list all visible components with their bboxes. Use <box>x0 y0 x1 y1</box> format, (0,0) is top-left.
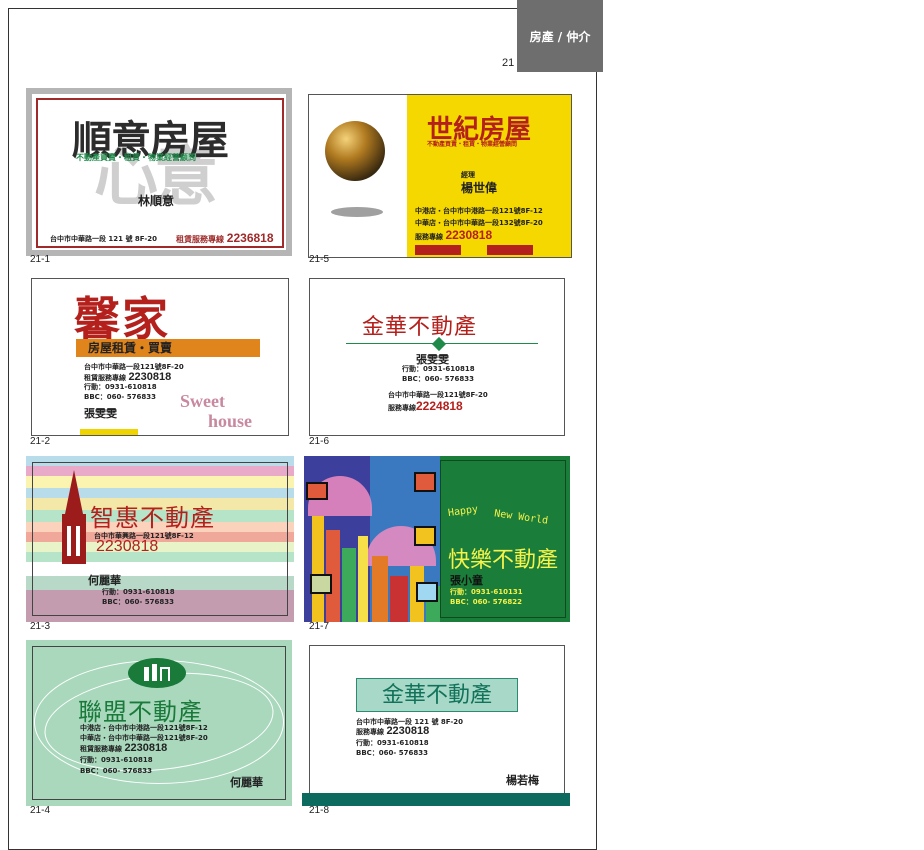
globe-icon <box>325 121 385 181</box>
card1-address: 台中市中華路一段 121 號 8F-20 <box>50 235 158 243</box>
card6-title: 金華不動產 <box>362 315 478 340</box>
card8-mobile: 行動：0931-610818 <box>356 739 429 747</box>
card8-name: 楊若梅 <box>506 774 539 787</box>
card-21-2: 馨家 房屋租賃・買賣 台中市中華路一段121號8F-20 租賃服務專線 2230… <box>31 278 289 436</box>
card4-branch1: 中港店・台中市中港路一段121號8F-12 <box>80 724 208 732</box>
card1-hotline-label: 租賃服務專線 <box>176 235 224 244</box>
card2-house: house <box>208 411 253 431</box>
card-21-4: 聯盟不動產 中港店・台中市中港路一段121號8F-12 中華店・台中市中華路一段… <box>26 640 292 806</box>
caption-21-8: 21-8 <box>309 805 330 816</box>
card1-subtitle: 不動產買賣・租賃・物業經營顧問 <box>76 153 196 162</box>
card-21-5: 世紀房屋 不動產買賣・租賃・物業經營顧問 經理 楊世偉 中港店・台中市中港路一段… <box>308 94 572 258</box>
card6-mobile: 行動：0931-610818 <box>402 365 475 373</box>
card1-hotline: 租賃服務專線 2236818 <box>176 231 274 245</box>
card4-hotline-label: 租賃服務專線 <box>80 745 122 753</box>
caption-21-7: 21-7 <box>309 621 330 632</box>
card7-title: 快樂不動產 <box>448 548 559 573</box>
card6-hotline-label: 服務專線 <box>388 404 416 412</box>
card1-phone: 2236818 <box>226 231 274 245</box>
building-logo-icon <box>128 658 186 688</box>
city-illustration <box>304 456 440 622</box>
card7-bbc: BBC：060- 576822 <box>450 598 522 606</box>
card3-phone: 2230818 <box>96 538 159 555</box>
card8-footer-band <box>302 793 570 806</box>
caption-21-3: 21-3 <box>30 621 51 632</box>
card2-sweet: Sweet <box>180 391 225 411</box>
card2-name: 張雯雯 <box>84 407 117 420</box>
section-tab-label: 房產 / 仲介 <box>529 29 591 44</box>
card4-title: 聯盟不動產 <box>78 698 203 726</box>
card8-title: 金華不動產 <box>356 678 518 712</box>
card5-branch2: 中華店・台中市中華路一段132號8F-20 <box>415 219 543 227</box>
card4-name: 何麗華 <box>230 776 263 789</box>
card-21-6: 金華不動產 張雯雯 行動：0931-610818 BBC：060- 576833… <box>309 278 565 436</box>
card2-mobile: 行動：0931-610818 <box>84 383 157 391</box>
card7-name: 張小童 <box>450 574 483 587</box>
card-21-7: Happy New World 快樂不動產 張小童 行動：0931-610131… <box>304 456 570 622</box>
caption-21-1: 21-1 <box>30 254 51 265</box>
card4-phone: 2230818 <box>124 742 168 754</box>
card2-hotline-label: 租賃服務專線 <box>84 374 126 382</box>
card5-branch1: 中港店・台中市中港路一段121號8F-12 <box>415 207 543 215</box>
card1-name: 林順意 <box>138 194 175 208</box>
church-tower-icon <box>62 470 86 564</box>
card7-mobile: 行動：0931-610131 <box>450 588 523 596</box>
card-21-1: 心意 順意房屋 不動產買賣・租賃・物業經營顧問 林順意 台中市中華路一段 121… <box>26 88 292 256</box>
card4-hotline: 租賃服務專線 2230818 <box>80 742 167 754</box>
card2-hotline: 租賃服務專線 2230818 <box>84 371 171 383</box>
card8-phone: 2230818 <box>386 725 430 737</box>
card6-hotline: 服務專線2224818 <box>388 399 463 413</box>
caption-21-4: 21-4 <box>30 805 51 816</box>
card3-mobile: 行動：0931-610818 <box>102 588 175 596</box>
card5-hotline-label: 服務專線 <box>415 233 443 241</box>
caption-21-2: 21-2 <box>30 436 51 447</box>
card4-bbc: BBC：060- 576833 <box>80 767 152 775</box>
card3-title: 智惠不動產 <box>90 504 215 532</box>
card6-bbc: BBC：060- 576833 <box>402 375 474 383</box>
card6-phone: 2224818 <box>416 399 463 413</box>
page-number: 21 <box>502 57 515 69</box>
card8-bbc: BBC：060- 576833 <box>356 749 428 757</box>
card3-name: 何麗華 <box>88 574 121 587</box>
caption-21-5: 21-5 <box>309 254 330 265</box>
card2-phone: 2230818 <box>128 371 172 383</box>
card3-bbc: BBC：060- 576833 <box>102 598 174 606</box>
card-21-3: 智惠不動產 台中市華興路一段121號8F-12 2230818 何麗華 行動：0… <box>26 456 294 622</box>
card-21-8: 金華不動產 台中市中華路一段 121 號 8F-20 服務專線 2230818 … <box>309 645 565 803</box>
card4-mobile: 行動：0931-610818 <box>80 756 153 764</box>
card5-hotline: 服務專線 2230818 <box>415 228 492 242</box>
card5-name: 楊世偉 <box>461 181 498 195</box>
card8-hotline-label: 服務專線 <box>356 728 384 736</box>
card5-subtitle: 不動產買賣・租賃・物業經營顧問 <box>427 141 518 148</box>
section-tab: 房產 / 仲介 <box>517 0 603 72</box>
card8-hotline: 服務專線 2230818 <box>356 725 429 737</box>
card2-bbc: BBC：060- 576833 <box>84 393 156 401</box>
card2-band: 房屋租賃・買賣 <box>76 339 260 357</box>
caption-21-6: 21-6 <box>309 436 330 447</box>
card5-phone: 2230818 <box>445 228 493 242</box>
